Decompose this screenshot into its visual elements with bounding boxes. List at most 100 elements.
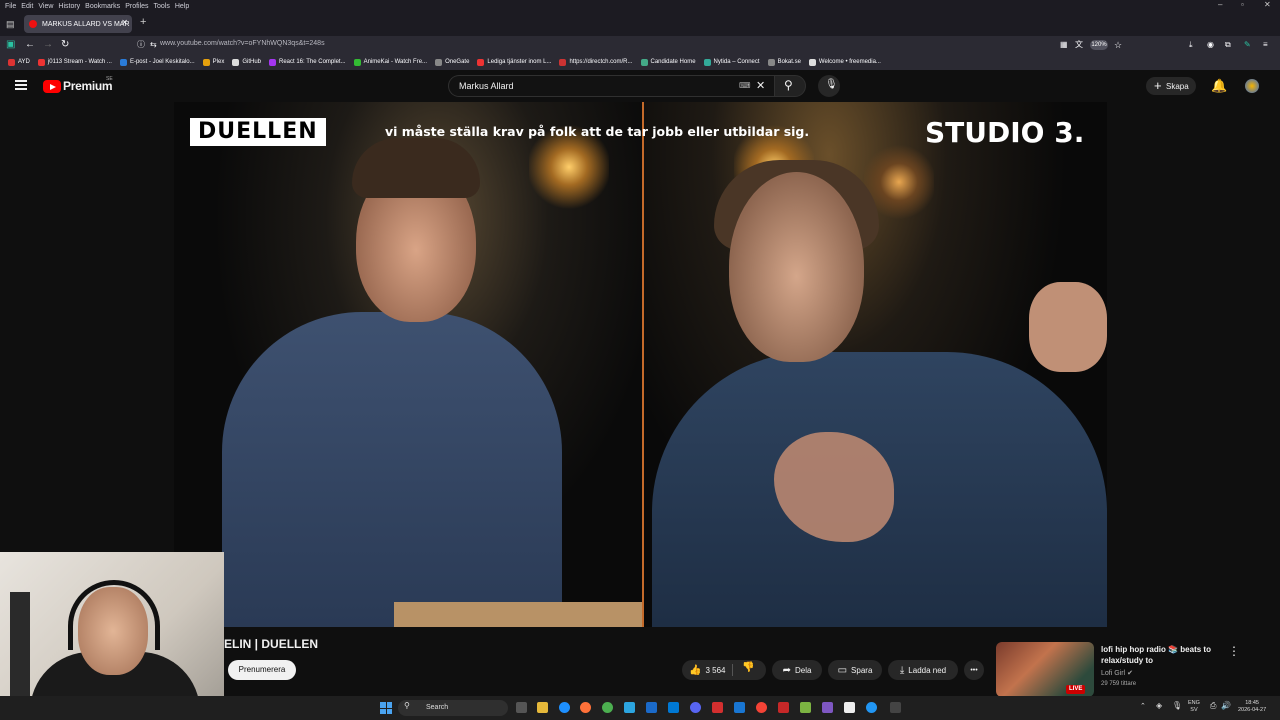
like-icon[interactable]: 👍 [689,665,701,676]
bookmark-item[interactable]: Bokat.se [767,58,801,66]
table [394,602,644,627]
app-icon[interactable] [778,702,789,713]
clock[interactable]: 18:45 2026-04-27 [1238,700,1266,714]
edge-icon[interactable] [559,702,570,713]
menu-help[interactable]: Help [175,3,189,10]
url-bar[interactable]: www.youtube.com/watch?v=oFYNhWQN3qs&t=24… [160,40,325,47]
like-count[interactable]: 3 564 [705,666,725,675]
back-icon[interactable]: ← [25,38,35,52]
account-icon[interactable]: ◉ [1207,38,1214,52]
permissions-icon[interactable]: ⇆ [150,38,157,52]
keyboard-icon[interactable]: ⌨ [739,81,751,90]
forward-icon[interactable]: → [43,38,53,52]
tab-list-icon[interactable]: ▤ [6,19,15,30]
menu-profiles[interactable]: Profiles [125,3,148,10]
close-window-icon[interactable]: ✕ [1264,0,1271,12]
video-player[interactable]: DUELLEN vi måste ställa krav på folk att… [174,102,1107,627]
app-icon[interactable] [734,702,745,713]
active-app-icon[interactable] [890,702,901,713]
youtube-logo-icon[interactable] [43,80,61,93]
app-icon[interactable] [712,702,723,713]
language-indicator[interactable]: ENG SV [1188,700,1200,714]
bookmark-star-icon[interactable]: ☆ [1114,38,1122,52]
sidebar-toggle-icon[interactable]: ▣ [6,38,15,52]
zoom-level[interactable]: 120% [1090,40,1108,50]
task-view-icon[interactable] [516,702,527,713]
tray-app-icon[interactable]: ◈ [1156,702,1162,710]
voice-search-button[interactable]: 🎙 [818,75,840,97]
active-tab[interactable]: MARKUS ALLARD VS MAR ✕ [24,15,132,33]
search-input[interactable]: Markus Allard [448,75,776,97]
vscode-icon[interactable] [668,702,679,713]
teams-icon[interactable] [822,702,833,713]
bookmark-item[interactable]: Lediga tjänster inom L... [477,58,551,66]
bookmark-item[interactable]: https://directch.com/R... [559,58,633,66]
close-tab-icon[interactable]: ✕ [121,18,128,27]
share-icon: ➦ [782,664,791,676]
downloads-icon[interactable]: ⤓ [1189,38,1193,52]
app-icon[interactable] [800,702,811,713]
app-icon[interactable] [866,702,877,713]
recommendation-channel[interactable]: Lofi Girl ✔ [1101,669,1133,677]
bookmark-item[interactable]: E-post - Joel Keskitalo... [119,58,195,66]
start-menu-icon[interactable] [380,702,392,714]
menu-history[interactable]: History [58,3,80,10]
share-button[interactable]: ➦ Dela [772,660,822,680]
download-button[interactable]: ⤓ Ladda ned [888,660,958,680]
menu-bookmarks[interactable]: Bookmarks [85,3,120,10]
create-button[interactable]: Skapa [1146,77,1196,95]
minimize-icon[interactable]: – [1218,0,1222,12]
translate-icon[interactable]: 文 [1075,38,1083,52]
tray-mic-icon[interactable]: 🎙 [1172,702,1182,710]
discord-icon[interactable] [690,702,701,713]
bookmark-item[interactable]: GitHub [232,58,261,66]
more-actions-button[interactable]: ••• [964,660,984,680]
search-button[interactable]: ⚲ [774,75,806,97]
tray-chevron-icon[interactable]: ⌃ [1140,703,1146,710]
new-tab-button[interactable]: + [140,16,146,28]
notifications-bell-icon[interactable]: 🔔 [1211,78,1227,94]
dislike-icon[interactable]: 👎 [742,662,754,673]
menu-edit[interactable]: Edit [21,3,33,10]
app-menu-icon[interactable]: ≡ [1263,38,1268,52]
recommendation-menu-icon[interactable]: ⋮ [1228,644,1240,658]
app-icon[interactable] [756,702,767,713]
volume-icon[interactable]: 🔊 [1221,702,1231,710]
bookmark-item[interactable]: OneGate [435,58,469,66]
video-caption: vi måste ställa krav på folk att de tar … [385,124,810,139]
bookmark-item[interactable]: AnimeKai - Watch Fre... [353,58,427,66]
bookmark-item[interactable]: Nytida – Connect [703,58,760,66]
chrome-icon[interactable] [602,702,613,713]
notepad-icon[interactable] [844,702,855,713]
bookmark-item[interactable]: Plex [202,58,224,66]
app-icon[interactable] [646,702,657,713]
clear-search-icon[interactable]: ✕ [756,79,765,92]
telegram-icon[interactable] [624,702,635,713]
bookmark-item[interactable]: React 16: The Complet... [269,58,346,66]
taskbar-search[interactable]: Search [398,700,508,716]
extensions-icon[interactable]: ⧉ [1225,38,1231,52]
site-info-icon[interactable]: ⓘ [137,38,145,52]
menu-tools[interactable]: Tools [154,3,170,10]
menu-view[interactable]: View [38,3,53,10]
reload-icon[interactable]: ↻ [61,38,69,52]
extension-icon[interactable]: ✎ [1244,38,1251,52]
subscribe-button[interactable]: Prenumerera [228,660,296,680]
guide-menu-icon[interactable] [15,80,27,90]
menu-file[interactable]: File [5,3,16,10]
avatar[interactable] [1245,79,1259,93]
bookmark-item[interactable]: Candidate Home [640,58,696,66]
save-button[interactable]: ▭ Spara [828,660,882,680]
file-explorer-icon[interactable] [537,702,548,713]
search-icon: ⚲ [404,701,410,710]
bookmark-item[interactable]: Welcome • freemedia... [808,58,881,66]
restore-icon[interactable]: ▫ [1241,0,1244,12]
bookmark-item[interactable]: AYD [8,58,30,66]
reader-view-icon[interactable]: ▦ [1060,38,1068,52]
firefox-icon[interactable] [580,702,591,713]
youtube-premium-logo[interactable]: Premium [63,79,113,93]
network-icon[interactable]: ⎙ [1210,702,1216,710]
bookmark-item[interactable]: j0113 Stream - Watch ... [37,58,112,66]
recommendation-title[interactable]: lofi hip hop radio 📚 beats to relax/stud… [1101,644,1221,666]
divider [732,664,733,676]
